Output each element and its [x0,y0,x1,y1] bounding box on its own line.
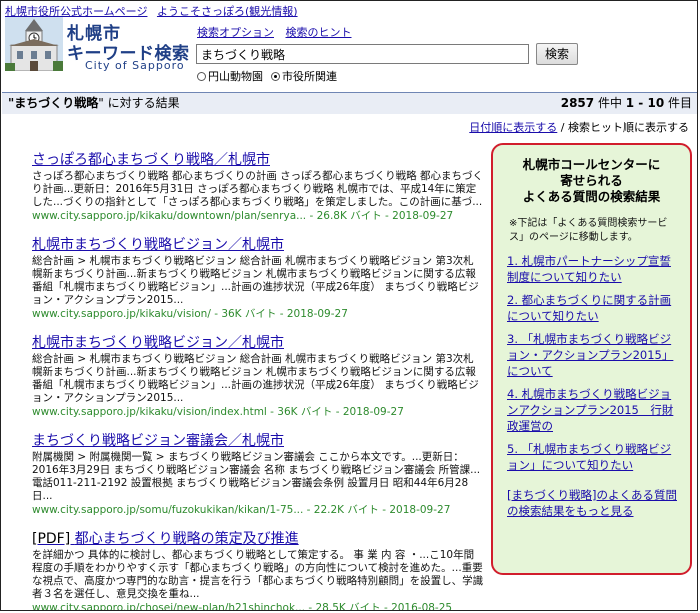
clock-tower-icon [5,17,63,71]
result-title-link[interactable]: さっぽろ都心まちづくり戦略／札幌市 [32,151,484,169]
radio-city-hall-label: 市役所関連 [282,70,337,83]
result-snippet: 附属機関 > 附属機関一覧 > まちづくり戦略ビジョン審議会 ここから本文です。… [32,451,481,502]
result-snippet: を詳細かつ 具体的に検討し、都心まちづくり戦略として策定する。 事 業 内 容 … [32,549,484,600]
search-scope-radios: 円山動物園 市役所関連 [197,68,337,84]
faq-link[interactable]: 5. 「札幌市まちづくり戦略ビジョン」について知りたい [507,441,680,473]
sort-by-date-link[interactable]: 日付順に表示する [469,121,557,134]
results-list: さっぽろ都心まちづくり戦略／札幌市 さっぽろ都心まちづくり戦略 都心まちづくりの… [32,151,484,611]
results-range: 1 - 10 [625,96,665,110]
search-input[interactable] [196,44,529,64]
faq-links: 1. 札幌市パートナーシップ宣誓制度について知りたい 2. 都心まちづくりに関す… [507,253,680,473]
search-result: さっぽろ都心まちづくり戦略／札幌市 さっぽろ都心まちづくり戦略 都心まちづくりの… [32,151,484,223]
results-query-bold: まちづくり戦略 [14,96,99,110]
search-hints-link[interactable]: 検索のヒント [286,26,352,39]
sort-by-hits-label: 検索ヒット順に表示する [568,121,689,134]
results-query-text: "まちづくり戦略" に対する結果 [8,96,180,110]
result-title-link[interactable]: 都心まちづくり戦略の策定及び推進 [75,531,299,547]
faq-more-link[interactable]: [まちづくり戦略]のよくある質問の検索結果をもっと見る [507,487,680,519]
logo-subtitle: City of Sapporo [85,59,185,72]
faq-note: ※下記は「よくある質問検索サービス」のページに移動します。 [509,218,668,243]
result-title-link[interactable]: 札幌市まちづくり戦略ビジョン／札幌市 [32,236,484,254]
site-logo[interactable]: 札幌市 キーワード検索 City of Sapporo [5,17,195,72]
result-url: www.city.sapporo.jp/kikaku/vision/index.… [32,406,404,418]
faq-link[interactable]: 3. 「札幌市まちづくり戦略ビジョン・アクションプラン2015」について [507,331,680,379]
result-url: www.city.sapporo.jp/kikaku/vision/ - 36K… [32,308,348,320]
search-options-link[interactable]: 検索オプション [197,26,274,39]
page-frame: 札幌市役所公式ホームページ ようこそさっぽろ(観光情報) 札幌市 キーワード検索… [0,0,698,611]
search-result: [PDF] 都心まちづくり戦略の策定及び推進 を詳細かつ 具体的に検討し、都心ま… [32,530,484,611]
faq-title-line: 札幌市コールセンターに [522,157,661,172]
search-result: まちづくり戦略ビジョン審議会／札幌市 附属機関 > 附属機関一覧 > まちづくり… [32,432,484,517]
faq-link[interactable]: 2. 都心まちづくりに関する計画について知りたい [507,292,680,324]
search-button[interactable]: 検索 [536,43,578,65]
faq-title-line: 寄せられる [560,173,623,188]
result-snippet: 総合計画 > 札幌市まちづくり戦略ビジョン 総合計画 札幌市まちづくり戦略ビジョ… [32,353,479,404]
result-title-row: [PDF] 都心まちづくり戦略の策定及び推進 [32,530,484,548]
result-snippet: さっぽろ都心まちづくり戦略 都心まちづくりの計画 さっぽろ都心まちづくり戦略 都… [32,170,484,208]
search-result: 札幌市まちづくり戦略ビジョン／札幌市 総合計画 > 札幌市まちづくり戦略ビジョン… [32,236,484,321]
radio-zoo-label: 円山動物園 [208,70,263,83]
radio-city-hall-indicator[interactable] [271,71,280,81]
result-url: www.city.sapporo.jp/chosei/new-plan/h21s… [32,602,453,611]
results-count: 2857 件中 1 - 10 件目 [560,96,692,110]
radio-city-hall[interactable]: 市役所関連 [271,68,337,84]
radio-zoo-indicator[interactable] [197,71,206,81]
radio-zoo[interactable]: 円山動物園 [197,68,263,84]
faq-panel-title: 札幌市コールセンターに 寄せられる よくある質問の検索結果 [493,157,690,205]
faq-link[interactable]: 1. 札幌市パートナーシップ宣誓制度について知りたい [507,253,680,285]
result-title-link[interactable]: 札幌市まちづくり戦略ビジョン／札幌市 [32,334,484,352]
result-title-link[interactable]: まちづくり戦略ビジョン審議会／札幌市 [32,432,484,450]
faq-title-line: よくある質問の検索結果 [522,189,661,204]
faq-side-panel: 札幌市コールセンターに 寄せられる よくある質問の検索結果 ※下記は「よくある質… [491,143,692,575]
results-total: 2857 [560,96,595,110]
result-url: www.city.sapporo.jp/kikaku/downtown/plan… [32,210,454,222]
sort-options: 日付順に表示する / 検索ヒット順に表示する [469,121,689,134]
result-url: www.city.sapporo.jp/somu/fuzokukikan/kik… [32,504,451,516]
pdf-tag: [PDF] [32,531,75,547]
search-options: 検索オプション 検索のヒント [197,24,360,40]
faq-link[interactable]: 4. 札幌市まちづくり戦略ビジョンアクションプラン2015 行財政運営の [507,386,680,434]
result-snippet: 総合計画 > 札幌市まちづくり戦略ビジョン 総合計画 札幌市まちづくり戦略ビジョ… [32,255,479,306]
results-summary-bar: "まちづくり戦略" に対する結果 2857 件中 1 - 10 件目 [2,92,697,114]
search-result: 札幌市まちづくり戦略ビジョン／札幌市 総合計画 > 札幌市まちづくり戦略ビジョン… [32,334,484,419]
